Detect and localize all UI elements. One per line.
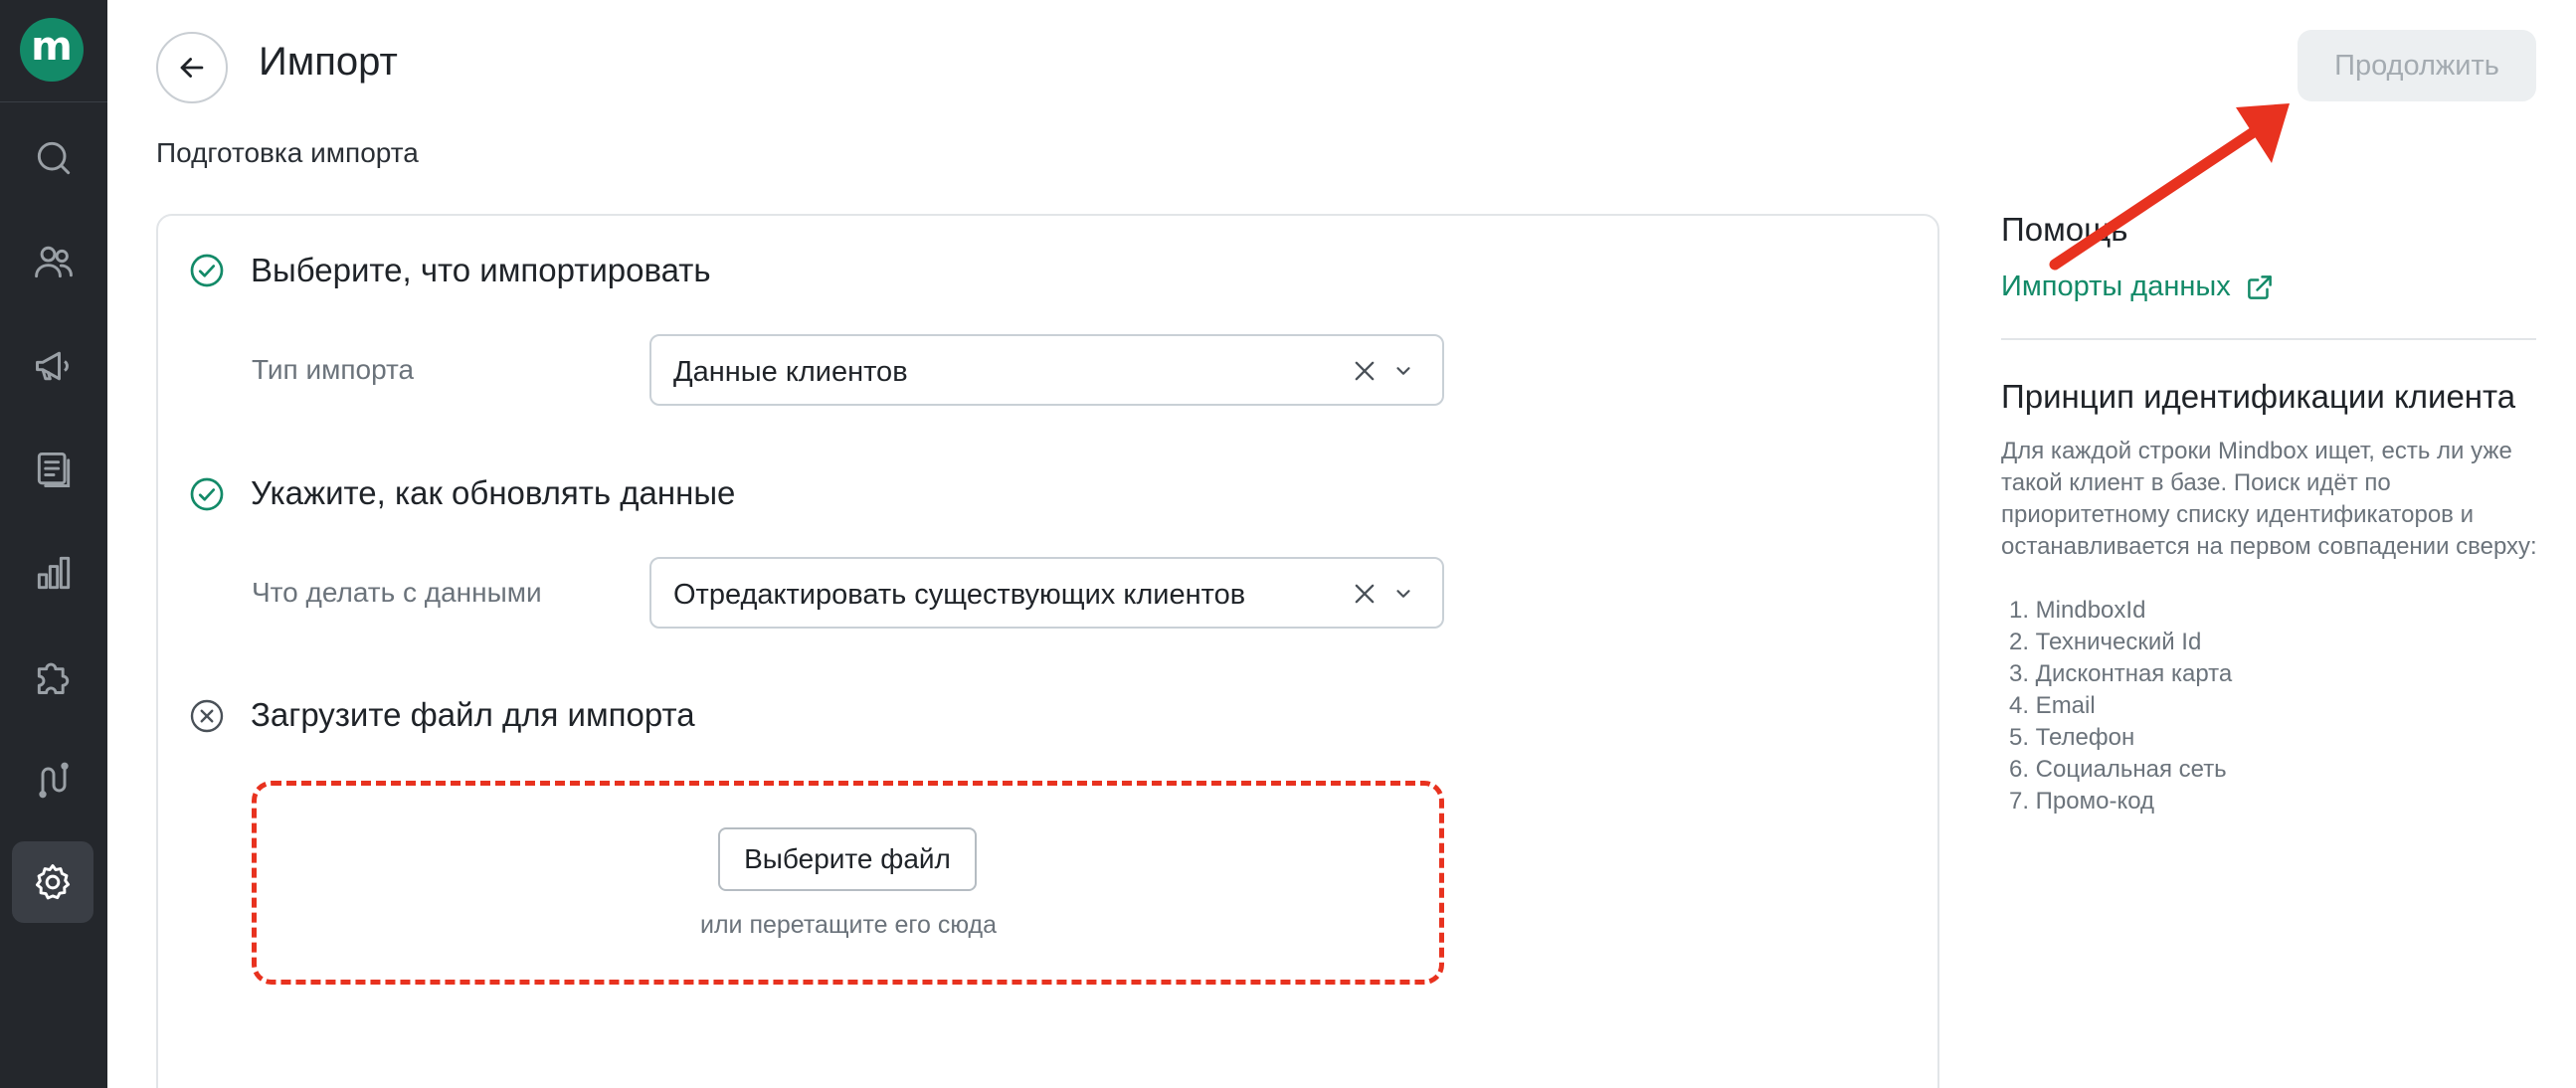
arrow-left-icon [180,58,204,78]
select-value: Данные клиентов [673,356,908,388]
choose-file-button[interactable]: Выберите файл [718,827,977,891]
list-item: 7. Промо-код [2009,788,2155,815]
step-title-update: Укажите, как обновлять данные [251,474,736,511]
settings-icon [35,864,71,900]
sidebar: m [0,0,107,1088]
sidebar-item-analytics[interactable] [26,545,82,601]
content-icon [37,452,71,487]
annotation-arrow-icon [2049,103,2290,271]
help-divider [2001,338,2536,340]
page-subtitle: Подготовка импорта [156,137,419,168]
step-title-upload: Загрузите файл для импорта [251,696,695,733]
list-item: 6. Социальная сеть [2009,756,2227,783]
sidebar-item-campaigns[interactable] [26,338,82,394]
identifier-list: 1. MindboxId 2. Технический Id 3. Дискон… [2001,595,2232,817]
chevron-down-icon[interactable] [1392,583,1414,605]
check-circle-icon [190,254,224,287]
page-title: Импорт [259,40,398,84]
step-title-what: Выберите, что импортировать [251,252,711,288]
x-circle-icon [190,699,224,733]
list-item: 5. Телефон [2009,724,2135,751]
users-icon [35,246,73,278]
clear-icon[interactable] [1351,580,1379,608]
import-type-select[interactable]: Данные клиентов [649,334,1444,406]
search-icon [37,141,71,175]
sidebar-item-content[interactable] [26,442,82,497]
principle-description: Для каждой строки Mindbox ищет, есть ли … [2001,438,2537,560]
analytics-icon [37,556,71,590]
sidebar-item-journeys[interactable] [26,752,82,808]
field-label-data-action: Что делать с данными [252,577,542,608]
list-item: 3. Дисконтная карта [2009,660,2233,687]
sidebar-item-search[interactable] [26,130,82,186]
sidebar-item-settings[interactable] [12,841,93,923]
megaphone-icon [36,351,69,381]
chevron-down-icon[interactable] [1392,360,1414,382]
list-item: 1. MindboxId [2009,597,2146,624]
journey-icon [39,762,69,799]
data-action-select[interactable]: Отредактировать существующих клиентов [649,557,1444,629]
back-button[interactable] [156,32,228,103]
logo[interactable]: m [20,18,84,82]
sidebar-item-integrations[interactable] [26,648,82,704]
select-value: Отредактировать существующих клиентов [673,579,1246,611]
check-circle-icon [190,477,224,511]
puzzle-icon [37,662,70,694]
sidebar-item-customers[interactable] [26,234,82,289]
list-item: 2. Технический Id [2009,629,2202,655]
dropzone-hint: или перетащите его сюда [699,911,998,939]
field-label-import-type: Тип импорта [252,354,415,385]
sidebar-divider [0,101,107,102]
principle-title: Принцип идентификации клиента [2001,378,2516,415]
list-item: 4. Email [2009,692,2096,719]
clear-icon[interactable] [1351,357,1379,385]
